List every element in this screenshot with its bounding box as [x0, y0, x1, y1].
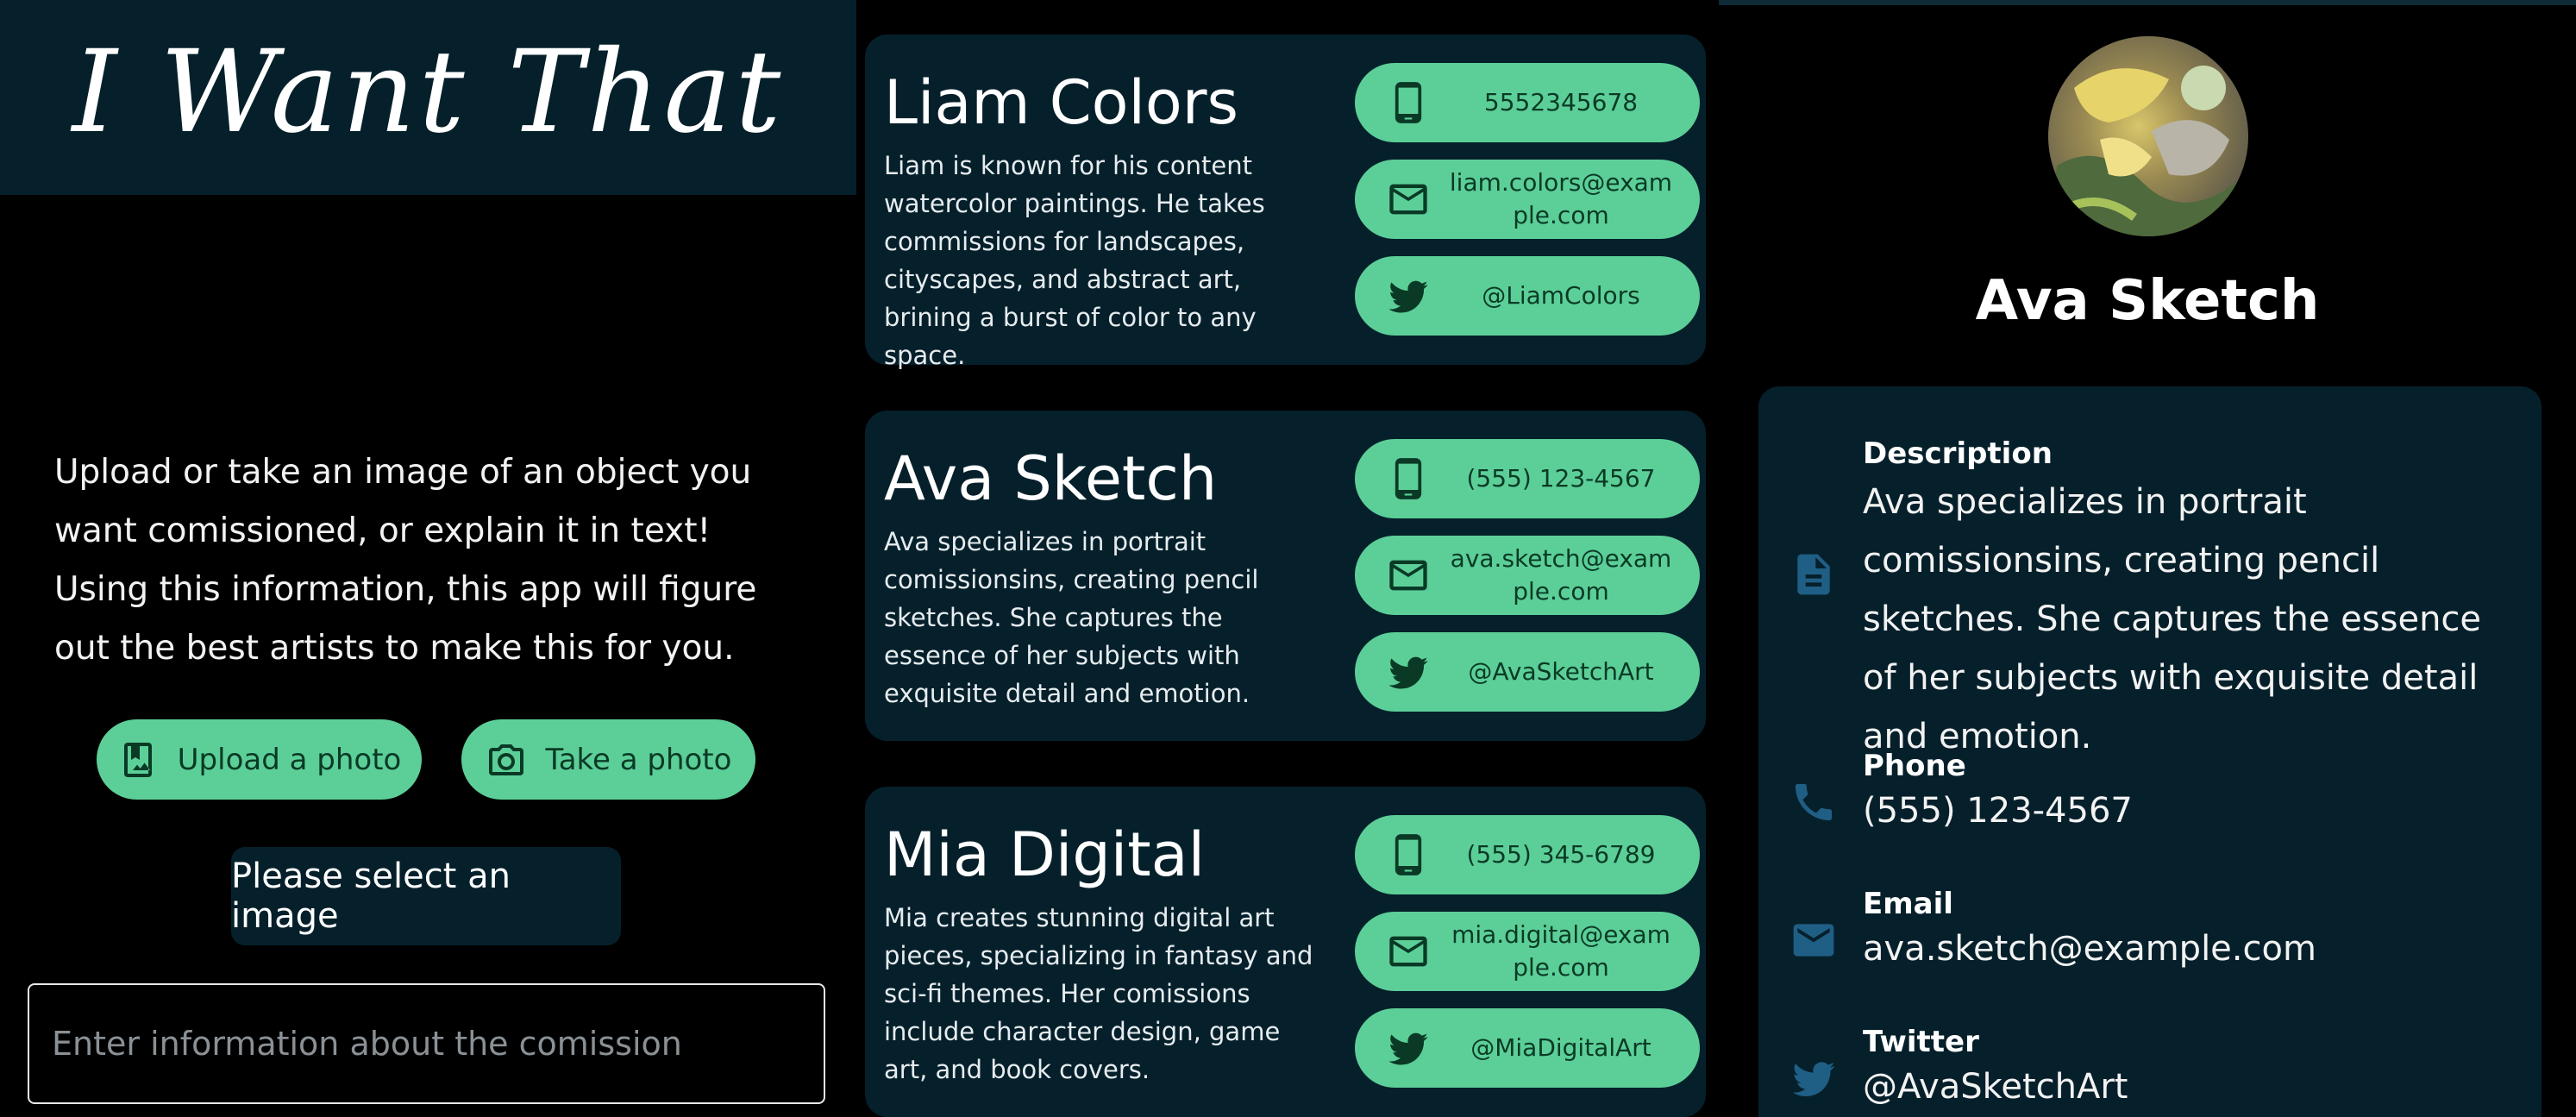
mail-icon — [1389, 184, 1427, 215]
smartphone-icon — [1395, 82, 1422, 123]
artist-description: Ava specializes in portrait comissionsin… — [884, 527, 1259, 708]
artist-twitter-button[interactable]: @AvaSketchArt — [1355, 632, 1700, 712]
artist-description: Liam is known for his content watercolor… — [884, 151, 1265, 370]
take-photo-button[interactable]: Take a photo — [461, 719, 755, 800]
twitter-label: Twitter — [1863, 1025, 1979, 1059]
description-label: Description — [1863, 436, 2053, 471]
artist-description: Mia creates stunning digital art pieces,… — [884, 903, 1313, 1084]
artist-email: ava.sketch@example.com — [1450, 544, 1672, 606]
email-label: Email — [1863, 887, 1953, 921]
profile-phone: (555) 123-4567 — [1863, 791, 2133, 831]
mail-icon — [1389, 560, 1427, 591]
profile-description: Ava specializes in portrait comissionsin… — [1863, 482, 2482, 756]
smartphone-icon — [1395, 458, 1422, 499]
commission-info-input[interactable] — [28, 983, 825, 1104]
profile-name: Ava Sketch — [1975, 269, 2320, 333]
artist-phone: 5552345678 — [1483, 88, 1639, 116]
mail-icon — [1389, 936, 1427, 967]
commission-input-panel: I Want That Upload or take an image of a… — [0, 0, 856, 1117]
app-title: I Want That — [72, 26, 785, 159]
smartphone-icon — [1395, 834, 1422, 875]
artist-email: liam.colors@example.com — [1449, 168, 1673, 229]
profile-details-card: Description Ava specializes in portrait … — [1758, 386, 2542, 1117]
artist-phone: (555) 345-6789 — [1466, 840, 1656, 869]
twitter-bird-icon — [1388, 1032, 1428, 1065]
divider — [1719, 0, 2576, 5]
artist-card[interactable]: Mia Digital Mia creates stunning digital… — [865, 787, 1706, 1117]
artist-card[interactable]: Liam Colors Liam is known for his conten… — [865, 35, 1706, 370]
artist-card[interactable]: Ava Sketch Ava specializes in portrait c… — [865, 411, 1706, 741]
intro-text: Upload or take an image of an object you… — [54, 453, 757, 668]
artist-name: Ava Sketch — [884, 443, 1218, 514]
artist-email-button[interactable]: liam.colors@example.com — [1355, 160, 1700, 239]
artist-name: Mia Digital — [884, 819, 1206, 890]
upload-photo-label: Upload a photo — [177, 742, 402, 777]
artist-email: mia.digital@example.com — [1451, 920, 1670, 982]
artist-phone-button[interactable]: (555) 345-6789 — [1355, 815, 1700, 894]
twitter-bird-icon — [1388, 280, 1428, 313]
artist-name: Liam Colors — [884, 67, 1239, 138]
avatar — [2048, 36, 2248, 236]
artist-phone-button[interactable]: (555) 123-4567 — [1355, 439, 1700, 518]
upload-photo-button[interactable]: Upload a photo — [97, 719, 422, 800]
artist-twitter-button[interactable]: @MiaDigitalArt — [1355, 1008, 1700, 1088]
take-photo-label: Take a photo — [545, 742, 732, 777]
document-icon — [1797, 554, 1830, 595]
image-upload-icon — [123, 742, 152, 777]
camera-icon — [488, 744, 523, 775]
app-header: I Want That — [0, 0, 856, 195]
artist-twitter: @LiamColors — [1482, 281, 1640, 310]
artist-profile-panel: Ava Sketch Description Ava specializes i… — [1719, 0, 2576, 1117]
phone-handset-icon — [1796, 784, 1832, 820]
profile-twitter[interactable]: @AvaSketchArt — [1863, 1057, 2518, 1116]
select-image-prompt: Please select an image — [231, 847, 621, 945]
artist-phone: (555) 123-4567 — [1466, 464, 1656, 493]
twitter-bird-icon — [1388, 656, 1428, 689]
artist-phone-button[interactable]: 5552345678 — [1355, 63, 1700, 142]
artist-email-button[interactable]: ava.sketch@example.com — [1355, 536, 1700, 615]
mail-icon — [1793, 924, 1834, 957]
artist-twitter: @MiaDigitalArt — [1470, 1033, 1652, 1062]
twitter-bird-icon — [1792, 1062, 1835, 1096]
phone-label: Phone — [1863, 749, 1966, 783]
artist-results-list: Liam Colors Liam is known for his conten… — [856, 0, 1719, 1117]
profile-email: ava.sketch@example.com — [1863, 929, 2316, 969]
artist-twitter: @AvaSketchArt — [1468, 657, 1654, 686]
artist-email-button[interactable]: mia.digital@example.com — [1355, 912, 1700, 991]
artist-twitter-button[interactable]: @LiamColors — [1355, 256, 1700, 336]
